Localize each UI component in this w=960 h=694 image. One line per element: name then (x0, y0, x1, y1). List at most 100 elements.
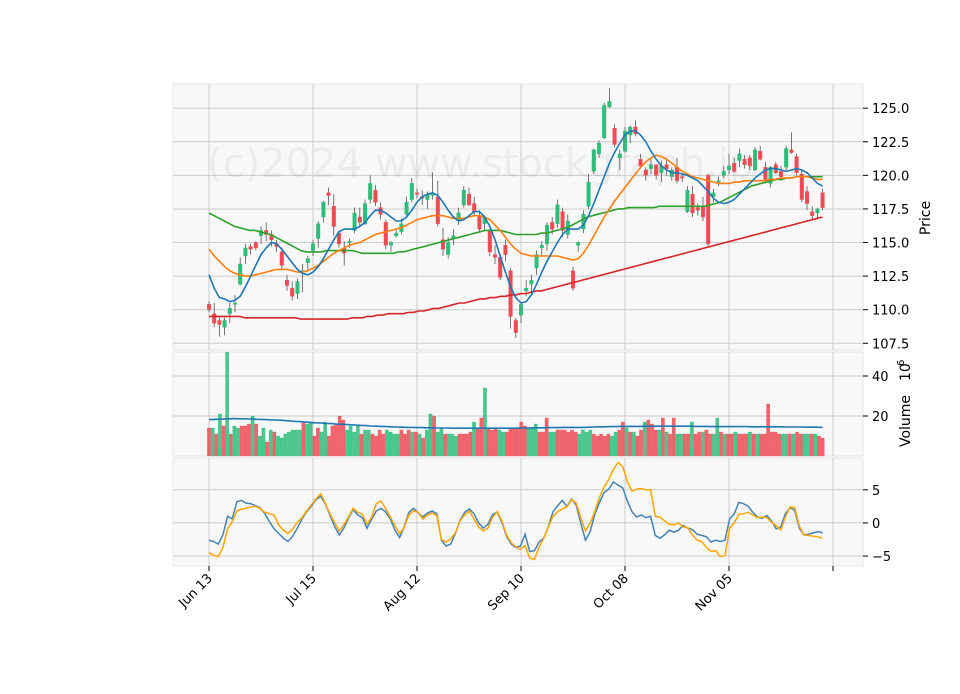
volume-bar (711, 433, 716, 457)
candle-body (295, 281, 300, 294)
volume-bar (642, 421, 647, 457)
volume-bar (675, 433, 680, 457)
candle-body (815, 208, 820, 214)
volume-bar (381, 433, 386, 457)
volume-bar (719, 431, 723, 457)
volume-bar (744, 433, 749, 457)
volume-bar (214, 433, 219, 457)
volume-bar (708, 433, 712, 457)
volume-bar (443, 433, 447, 457)
volume-bar (377, 429, 382, 457)
volume-bar (225, 351, 229, 457)
volume-bar (788, 433, 792, 457)
volume-bar (312, 435, 317, 457)
candle-body (248, 246, 253, 250)
volume-bar (762, 433, 767, 457)
volume-bar (588, 429, 593, 457)
volume-bar (468, 431, 473, 457)
volume-bar (722, 433, 727, 457)
volume-bar (236, 427, 240, 457)
volume-bar (345, 429, 349, 457)
x-tick-label: Nov 05 (693, 571, 736, 614)
volume-bar (316, 427, 320, 457)
volume-axis-scale-exponent: 6 (896, 360, 907, 366)
candle-body (389, 242, 394, 246)
volume-bar (472, 421, 476, 457)
volume-bar (370, 433, 375, 457)
volume-bar (733, 431, 738, 457)
volume-bar (515, 427, 520, 457)
volume-bar (650, 423, 654, 457)
candle-body (742, 159, 747, 165)
candle-body (305, 258, 310, 263)
volume-bar (523, 425, 527, 457)
candle-body (513, 320, 518, 333)
price-axis-tick-label: 107.5 (872, 337, 909, 352)
volume-bar (701, 431, 705, 457)
volume-bar (374, 435, 378, 457)
volume-bar (530, 427, 534, 457)
volume-bar (773, 431, 778, 457)
volume-bar (508, 427, 513, 457)
candle-body (503, 245, 508, 255)
volume-bar (417, 433, 422, 457)
candle-body (617, 153, 622, 159)
volume-bar (809, 433, 814, 457)
candle-body (784, 148, 789, 168)
volume-bar (254, 423, 258, 457)
volume-bar (519, 421, 524, 457)
volume-bar (323, 421, 327, 457)
price-axis-tick-label: 117.5 (872, 203, 909, 218)
volume-bar (570, 429, 574, 457)
candle-body (680, 176, 685, 179)
volume-bar (399, 429, 404, 457)
volume-bar (356, 425, 360, 457)
volume-bar (581, 429, 585, 457)
x-tick-label: Jul 15 (283, 571, 320, 608)
candle-body (232, 302, 237, 305)
volume-bar (348, 425, 353, 457)
volume-bar (396, 433, 400, 457)
volume-bar (475, 427, 480, 457)
candle-body (794, 156, 799, 173)
volume-bar (817, 435, 821, 457)
volume-bar (446, 433, 451, 457)
volume-bar (613, 431, 618, 457)
stock-chart: (c)2024 www.stockgraph.jp Jun 13 Jul 15 Au… (172, 83, 934, 614)
volume-bar (297, 429, 302, 457)
volume-bar (755, 433, 760, 457)
volume-bar (697, 431, 701, 457)
candle-body (586, 181, 591, 207)
price-axis-tick-label: 110.0 (872, 304, 909, 319)
x-tick-label: Sep 10 (485, 571, 528, 614)
volume-bar (279, 437, 284, 457)
volume-bar (457, 433, 462, 457)
volume-bar (308, 421, 313, 457)
price-axis-tick-label: 115.0 (872, 237, 909, 252)
volume-bar (606, 433, 611, 457)
candle-body (701, 206, 706, 218)
volume-bar (272, 431, 277, 457)
volume-bar (624, 427, 629, 457)
volume-bar (679, 433, 683, 457)
volume-bar (657, 429, 661, 457)
volume-bar (229, 433, 233, 457)
candle-body (331, 206, 336, 227)
price-axis-tick-label: 120.0 (872, 169, 909, 184)
candle-body (560, 211, 565, 231)
volume-bar (450, 433, 455, 457)
price-axis-label: Price (918, 201, 934, 235)
volume-bar (414, 431, 418, 457)
x-tick-label: Oct 08 (591, 571, 632, 612)
volume-bar (820, 437, 825, 457)
volume-bar (766, 403, 770, 457)
volume-bar (461, 433, 465, 457)
candle-body (576, 242, 581, 246)
volume-bar (421, 437, 425, 457)
volume-bar (221, 425, 226, 457)
volume-bar (555, 429, 560, 457)
volume-bar (334, 423, 338, 457)
volume-bar (243, 425, 248, 457)
candle-body (789, 149, 794, 153)
volume-bar (366, 429, 371, 457)
